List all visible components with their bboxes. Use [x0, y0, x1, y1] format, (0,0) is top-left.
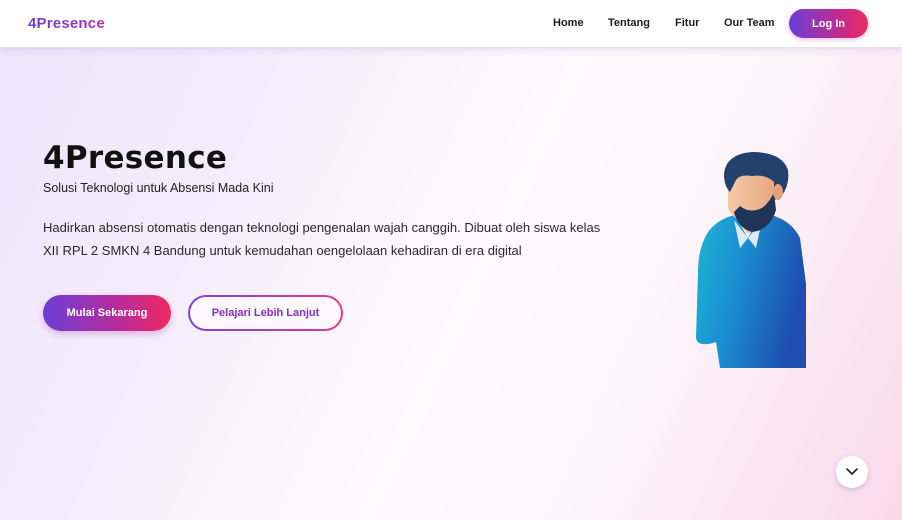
start-now-button[interactable]: Mulai Sekarang: [43, 295, 171, 331]
nav-link-home[interactable]: Home: [553, 17, 584, 29]
chevron-down-icon: [846, 468, 858, 475]
brand-logo[interactable]: 4Presence: [28, 15, 105, 32]
login-button[interactable]: Log In: [789, 9, 868, 38]
nav-link-tentang[interactable]: Tentang: [608, 17, 650, 29]
hero-description: Hadirkan absensi otomatis dengan teknolo…: [43, 220, 601, 258]
hero-section: 4Presence Solusi Teknologi untuk Absensi…: [0, 48, 902, 520]
nav-link-fitur[interactable]: Fitur: [675, 17, 699, 29]
scroll-down-button[interactable]: [836, 456, 868, 488]
learn-more-button[interactable]: Pelajari Lebih Lanjut: [188, 295, 343, 331]
person-illustration-icon: [696, 152, 806, 368]
navbar: 4Presence Home Tentang Fitur Our Team Lo…: [0, 0, 902, 48]
nav-link-our-team[interactable]: Our Team: [724, 17, 775, 29]
hero-title: 4Presence: [43, 140, 228, 176]
hero-subtitle: Solusi Teknologi untuk Absensi Mada Kini: [43, 181, 274, 195]
